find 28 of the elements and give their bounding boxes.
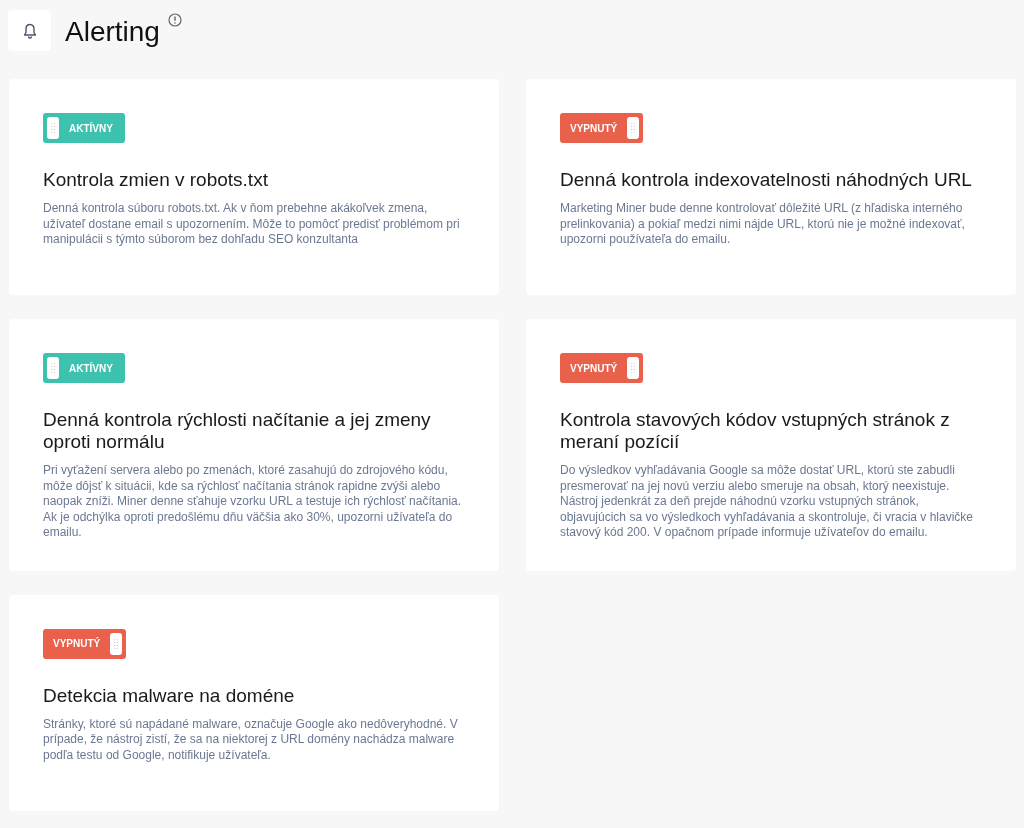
alert-title: Kontrola stavových kódov vstupných stránok z meraní pozícií: [560, 409, 951, 453]
alert-description: Pri vyťažení servera alebo po zmenách, ktoré zasahujú do zdrojového kódu, môže dôjsť k situácii, kde sa rýchlosť načítania stránok rapidne zvýši alebo naopak zníži. Miner denne sťahuje vzorku URL a testuje ich rýchlosť načítania. Ak je odchýlka oproti predošlému dňu väčšia ako 30%, upozorni užívateľa do emailu.: [43, 463, 463, 541]
status-toggle[interactable]: VYPNUTÝ: [560, 113, 644, 143]
info-icon[interactable]: [167, 13, 182, 27]
grip-icon: [51, 363, 55, 373]
alert-description: Denná kontrola súboru robots.txt. Ak v ňom prebehne akákoľvek zmena, užívateľ dostane email s upozornením. Môže to pomôcť predisť problémom pri manipulácii s týmto súborom bez dohľadu SEO konzultanta: [43, 201, 461, 248]
alert-description: Stránky, ktoré sú napádané malware, označuje Google ako nedôveryhodné. V prípade, že nástroj zistí, že sa na niektorej z URL domény nachádza malware podľa testu od Google, notifikuje užívateľa.: [43, 716, 459, 763]
status-toggle[interactable]: VYPNUTÝ: [43, 628, 127, 659]
toggle-knob[interactable]: [110, 632, 123, 655]
status-toggle[interactable]: AKTÍVNY: [43, 113, 125, 143]
grip-icon: [631, 123, 636, 133]
status-toggle[interactable]: AKTÍVNY: [43, 353, 125, 383]
grip-icon: [51, 123, 55, 133]
status-toggle[interactable]: VYPNUTÝ: [560, 353, 644, 383]
bell-icon: [22, 22, 37, 39]
toggle-knob[interactable]: [627, 357, 640, 379]
toggle-knob[interactable]: [47, 117, 59, 139]
alert-description: Do výsledkov vyhľadávania Google sa môže dostať URL, ktorú ste zabudli presmerovať na jej novú verziu alebo smeruje na obsah, ktorý neexistuje. Nástroj jedenkrát za deň prejde náhodnú vzorku vstupných stránok, objavujúcich sa vo výsledkoch vyhľadávania a skontroluje, či vracia v hlavičke stavový kód 200. V opačnom prípade informuje užívateľov do emailu.: [560, 463, 975, 541]
toggle-knob[interactable]: [627, 117, 640, 139]
alert-title: Denná kontrola rýchlosti načítanie a jej zmeny oproti normálu: [43, 409, 432, 453]
alert-description: Marketing Miner bude denne kontrolovať dôležité URL (z hľadiska interného prelinkovania) a pokiaľ medzi nimi nájde URL, ktorú nie je možné indexovať, upozorni používateľa do emailu.: [560, 201, 966, 248]
alert-title: Detekcia malware na doméne: [43, 684, 296, 707]
alert-title: Kontrola zmien v robots.txt: [43, 169, 269, 191]
page-title: Alerting: [65, 16, 160, 48]
grip-icon: [631, 363, 636, 373]
alert-title: Denná kontrola indexovatelnosti náhodných URL: [560, 169, 973, 191]
toggle-knob[interactable]: [47, 357, 59, 379]
grip-icon: [114, 638, 119, 649]
